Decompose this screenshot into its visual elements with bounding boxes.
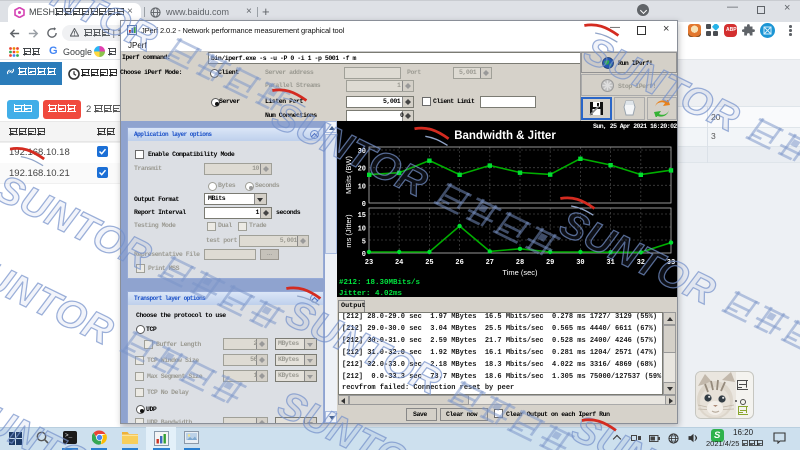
svg-text:5: 5 <box>362 239 366 247</box>
svg-text:25: 25 <box>425 259 433 267</box>
svg-text:Time (sec): Time (sec) <box>502 268 538 277</box>
svg-text:31: 31 <box>606 259 614 267</box>
svg-text:0: 0 <box>362 201 366 209</box>
svg-text:24: 24 <box>395 259 403 267</box>
svg-text:30: 30 <box>358 148 366 156</box>
svg-text:Bandwidth & Jitter: Bandwidth & Jitter <box>454 130 556 142</box>
svg-text:26: 26 <box>455 259 463 267</box>
svg-text:32: 32 <box>637 259 645 267</box>
svg-text:33: 33 <box>667 259 675 267</box>
svg-text:30: 30 <box>576 259 584 267</box>
svg-text:27: 27 <box>486 259 494 267</box>
svg-text:28: 28 <box>516 259 524 267</box>
svg-text:MBits (BW): MBits (BW) <box>344 156 353 194</box>
svg-text:10: 10 <box>358 226 366 234</box>
svg-text:15: 15 <box>358 212 366 220</box>
svg-text:ms (Jitter): ms (Jitter) <box>344 214 353 248</box>
svg-text:29: 29 <box>546 259 554 267</box>
svg-text:10: 10 <box>358 183 366 191</box>
svg-text:0: 0 <box>362 251 366 259</box>
svg-text:20: 20 <box>358 166 366 174</box>
svg-text:23: 23 <box>365 259 373 267</box>
